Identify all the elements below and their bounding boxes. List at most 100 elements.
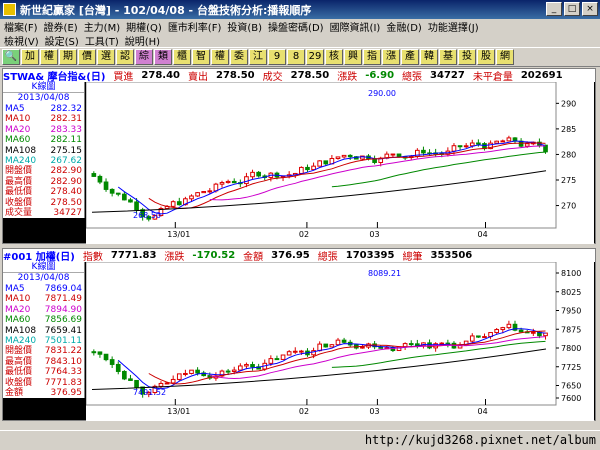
toolbar-button[interactable]: 權 <box>40 49 58 65</box>
toolbar-button[interactable]: 9 <box>268 49 286 65</box>
menu-item[interactable]: 操盤密碼(D) <box>268 19 324 34</box>
toolbar-button[interactable]: 股 <box>477 49 495 65</box>
app-icon <box>3 3 16 16</box>
toolbar-button[interactable]: 綜 <box>135 49 153 65</box>
search-icon[interactable]: 🔍 <box>2 49 20 65</box>
toolbar-button[interactable]: 投 <box>458 49 476 65</box>
menu-item[interactable]: 金融(D) <box>386 19 422 34</box>
legend-row: 最高價 7843.10 <box>3 357 84 367</box>
toolbar-button[interactable]: 江 <box>249 49 267 65</box>
candle-body <box>250 364 255 368</box>
toolbar-button[interactable]: 指 <box>363 49 381 65</box>
change-value: -170.52 <box>192 250 236 261</box>
symbol-label[interactable]: STWA& 摩台指&(日) <box>3 69 105 82</box>
toolbar-button[interactable]: 權 <box>211 49 229 65</box>
candle-body <box>347 154 353 158</box>
legend-value: 282.90 <box>50 166 83 177</box>
candle-body <box>97 175 103 183</box>
menu-item[interactable]: 功能選擇(J) <box>428 19 479 34</box>
candle-body <box>329 344 335 348</box>
last-label: 成交 <box>262 72 283 82</box>
y-tick-label: 7950 <box>561 307 581 316</box>
menu-item[interactable]: 期權(Q) <box>126 19 162 34</box>
quote-header: STWA& 摩台指&(日) 買進 278.40 賣出 278.50 成交 278.50… <box>3 69 595 82</box>
menu-item[interactable]: 檔案(F) <box>4 19 38 34</box>
candle-body <box>189 195 194 200</box>
candle-body <box>530 331 536 334</box>
menu-item[interactable]: 投資(B) <box>227 19 262 34</box>
toolbar-button[interactable]: 網 <box>496 49 514 65</box>
menu-item[interactable]: 主力(M) <box>84 19 120 34</box>
toolbar-button[interactable]: 櫃 <box>173 49 191 65</box>
toolbar-button[interactable]: 韓 <box>420 49 438 65</box>
legend-row: MA60 7856.69 <box>3 315 84 325</box>
toolbar-button[interactable]: 興 <box>344 49 362 65</box>
menu-item[interactable]: 匯市利率(F) <box>168 19 222 34</box>
bid-value: 278.40 <box>141 70 181 81</box>
toolbar-button[interactable]: 認 <box>116 49 134 65</box>
legend-row: 金額 376.95 <box>3 388 84 398</box>
toolbar-button[interactable]: 加 <box>21 49 39 65</box>
chart-panel-taiex: #001 加權(日) 指數 7771.83 漲跌 -170.52 金額 376.95 … <box>2 248 596 421</box>
legend-name: MA108 <box>5 325 37 336</box>
legend-value: 7659.41 <box>44 325 82 336</box>
change-value: -6.90 <box>365 70 395 81</box>
x-tick-label: 03 <box>369 407 379 416</box>
toolbar-button[interactable]: 29 <box>306 49 324 65</box>
toolbar-button[interactable]: 漲 <box>382 49 400 65</box>
legend-row: 開盤價 7831.22 <box>3 346 84 356</box>
legend-row: MA20 283.33 <box>3 125 84 135</box>
toolbar-button[interactable]: 價 <box>78 49 96 65</box>
y-tick-label: 7875 <box>561 325 581 334</box>
candle-body <box>122 193 127 201</box>
legend-name: 開盤價 <box>5 346 33 357</box>
legend-name: 收盤價 <box>5 197 33 208</box>
menu-item[interactable]: 工具(T) <box>85 33 119 48</box>
candle-body <box>469 142 475 147</box>
legend-name: MA5 <box>5 104 25 114</box>
candle-body <box>91 173 97 177</box>
candlestick-chart[interactable]: 290 285 280 275 270 13/01 02 03 04 290.00 268.50 <box>86 82 594 244</box>
menu-item[interactable]: 說明(H) <box>125 33 160 48</box>
toolbar-button[interactable]: 基 <box>439 49 457 65</box>
footer-url: http://kujd3268.pixnet.net/album <box>364 433 596 447</box>
candlestick-chart[interactable]: 8100 8025 7950 7875 7800 7725 7650 7600 13/01 02 0… <box>86 262 594 421</box>
maximize-button[interactable]: □ <box>564 2 580 16</box>
candle-body <box>115 363 121 372</box>
toolbar-button[interactable]: 產 <box>401 49 419 65</box>
legend-value: 7869.04 <box>44 284 82 294</box>
volume-value: 1703395 <box>345 250 395 261</box>
legend-row: MA5 282.32 <box>3 104 84 114</box>
candle-body <box>280 354 286 360</box>
legend-title[interactable]: K線圖 <box>3 262 84 273</box>
toolbar-button[interactable]: 核 <box>325 49 343 65</box>
candle-body <box>115 192 121 195</box>
toolbar-button[interactable]: 選 <box>97 49 115 65</box>
close-button[interactable]: × <box>582 2 598 16</box>
candle-body <box>402 343 408 348</box>
x-tick-label: 03 <box>369 230 379 239</box>
legend-name: 最低價 <box>5 187 33 198</box>
legend-title[interactable]: K線圖 <box>3 82 84 93</box>
toolbar-button[interactable]: 期 <box>59 49 77 65</box>
toolbar-button[interactable]: 類 <box>154 49 172 65</box>
candle-body <box>506 323 512 329</box>
legend-row: MA60 282.11 <box>3 135 84 145</box>
minimize-button[interactable]: _ <box>546 2 562 16</box>
legend-value: 7831.22 <box>44 346 82 357</box>
legend-name: MA20 <box>5 124 31 135</box>
menu-item[interactable]: 檢視(V) <box>4 33 39 48</box>
candle-body <box>128 378 133 381</box>
legend-name: 開盤價 <box>5 166 33 177</box>
candle-body <box>219 182 225 185</box>
menu-item[interactable]: 國際資訊(I) <box>330 19 381 34</box>
candle-body <box>91 351 97 354</box>
candle-body <box>183 372 188 375</box>
menu-item[interactable]: 設定(S) <box>45 33 79 48</box>
toolbar-button[interactable]: 智 <box>192 49 210 65</box>
ask-label: 賣出 <box>188 72 209 82</box>
symbol-label[interactable]: #001 加權(日) <box>3 249 75 262</box>
menu-item[interactable]: 證券(E) <box>44 19 78 34</box>
toolbar-button[interactable]: 委 <box>230 49 248 65</box>
toolbar-button[interactable]: 8 <box>287 49 305 65</box>
